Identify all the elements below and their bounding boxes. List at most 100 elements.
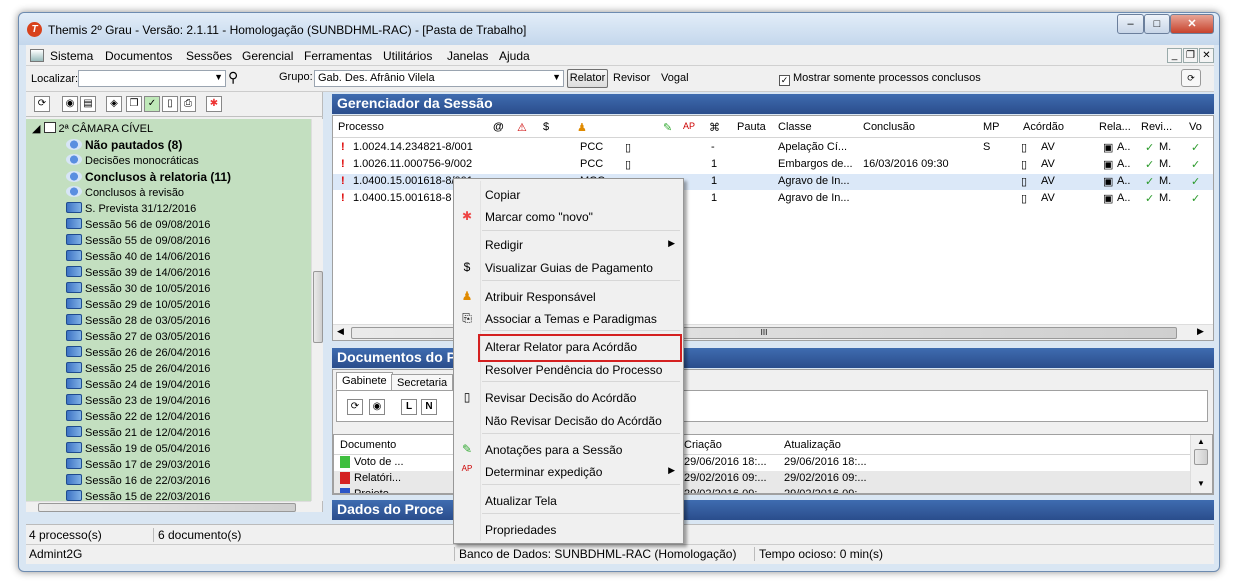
- reload-icon[interactable]: ⟳: [34, 96, 50, 112]
- mdi-close-button[interactable]: ✕: [1199, 48, 1214, 63]
- col-mp[interactable]: MP: [983, 121, 1000, 133]
- tree-tool-icon[interactable]: ⎙: [180, 96, 196, 112]
- mdi-minimize-button[interactable]: _: [1167, 48, 1182, 63]
- tree-item[interactable]: Sessão 16 de 22/03/2016: [66, 474, 210, 490]
- table-row[interactable]: ! 1.0024.14.234821-8/001 PCC - Apelação Cí..…: [333, 140, 1213, 156]
- context-menu-item[interactable]: $ Visualizar Guias de Pagamento: [454, 258, 683, 278]
- col-processo[interactable]: Processo: [338, 121, 384, 133]
- tree-item[interactable]: Conclusos à relatoria (11): [66, 170, 231, 186]
- letter-l-button[interactable]: L: [401, 399, 417, 415]
- scroll-right-icon[interactable]: ▶: [1197, 326, 1204, 337]
- scroll-up-icon[interactable]: ▲: [1197, 437, 1205, 446]
- col-classe[interactable]: Classe: [778, 121, 812, 133]
- context-menu-item[interactable]: ✱ Marcar como "novo": [454, 207, 683, 227]
- tree-item[interactable]: Decisões monocráticas: [66, 154, 199, 170]
- revisor-button[interactable]: Revisor: [613, 72, 650, 84]
- tree-hscroll-thumb[interactable]: [38, 503, 296, 512]
- tree-item[interactable]: Sessão 26 de 26/04/2016: [66, 346, 210, 362]
- table-row[interactable]: ! 1.0026.11.000756-9/002 PCC 1 Embargos de..…: [333, 157, 1213, 173]
- col-revi[interactable]: Revi...: [1141, 121, 1172, 133]
- tree-item[interactable]: Sessão 22 de 12/04/2016: [66, 410, 210, 426]
- col-pauta[interactable]: Pauta: [737, 121, 766, 133]
- context-menu-item[interactable]: Não Revisar Decisão do Acórdão: [454, 411, 683, 431]
- tree-item[interactable]: Sessão 28 de 03/05/2016: [66, 314, 210, 330]
- tree-item[interactable]: Não pautados (8): [66, 138, 182, 154]
- col-conclusao[interactable]: Conclusão: [863, 121, 915, 133]
- context-menu-item[interactable]: ♟ Atribuir Responsável: [454, 287, 683, 307]
- tree-tool-icon[interactable]: ❐: [126, 96, 142, 112]
- menu-sistema[interactable]: Sistema: [50, 49, 93, 63]
- vogal-button[interactable]: Vogal: [661, 72, 689, 84]
- context-menu-item[interactable]: Propriedades: [454, 520, 683, 540]
- tree-vscroll[interactable]: [311, 119, 323, 501]
- check-icon[interactable]: ✓: [144, 96, 160, 112]
- scroll-left-icon[interactable]: ◀: [337, 326, 344, 337]
- tree-item[interactable]: S. Prevista 31/12/2016: [66, 202, 196, 218]
- context-menu-item[interactable]: ⎘ Associar a Temas e Paradigmas: [454, 309, 683, 329]
- tree-tool-icon[interactable]: ◉: [62, 96, 78, 112]
- tree-root[interactable]: ◢ 2ª CÂMARA CÍVEL: [32, 122, 153, 138]
- tree-tool-icon[interactable]: ▤: [80, 96, 96, 112]
- localizar-combo[interactable]: ▼: [78, 70, 226, 87]
- tree-item[interactable]: Sessão 29 de 10/05/2016: [66, 298, 210, 314]
- context-menu-item[interactable]: AP Determinar expedição ▶: [454, 462, 683, 482]
- tree-item[interactable]: Sessão 39 de 14/06/2016: [66, 266, 210, 282]
- context-menu-item[interactable]: Redigir ▶: [454, 235, 683, 255]
- tree-item[interactable]: Sessão 17 de 29/03/2016: [66, 458, 210, 474]
- maximize-button[interactable]: □: [1144, 14, 1170, 34]
- tree-item[interactable]: Sessão 27 de 03/05/2016: [66, 330, 210, 346]
- tree-item[interactable]: Sessão 19 de 05/04/2016: [66, 442, 210, 458]
- menu-utilitarios[interactable]: Utilitários: [383, 49, 432, 63]
- col-vo[interactable]: Vo: [1189, 121, 1202, 133]
- col-acordao[interactable]: Acórdão: [1023, 121, 1064, 133]
- tree-item[interactable]: Sessão 40 de 14/06/2016: [66, 250, 210, 266]
- search-person-icon[interactable]: ⚲: [228, 69, 238, 86]
- menu-sessoes[interactable]: Sessões: [186, 49, 232, 63]
- refresh-icon[interactable]: ⟳: [1181, 69, 1201, 87]
- minimize-button[interactable]: –: [1117, 14, 1144, 34]
- tree-item-label: Sessão 29 de 10/05/2016: [85, 299, 211, 311]
- tree-item[interactable]: Sessão 15 de 22/03/2016: [66, 490, 210, 501]
- tree-item[interactable]: Conclusos à revisão: [66, 186, 184, 202]
- close-button[interactable]: ✕: [1170, 14, 1214, 34]
- app-menu-icon[interactable]: [30, 49, 44, 62]
- menu-gerencial[interactable]: Gerencial: [242, 49, 293, 63]
- doc-tool-icon[interactable]: ◉: [369, 399, 385, 415]
- tree-item[interactable]: Sessão 25 de 26/04/2016: [66, 362, 210, 378]
- scroll-down-icon[interactable]: ▼: [1197, 479, 1205, 488]
- menu-documentos[interactable]: Documentos: [105, 49, 172, 63]
- context-menu-item[interactable]: Copiar: [454, 185, 683, 205]
- col-documento[interactable]: Documento: [340, 439, 396, 451]
- session-icon: [66, 250, 82, 261]
- tree-tool-icon[interactable]: ◈: [106, 96, 122, 112]
- context-menu-item[interactable]: ✎ Anotações para a Sessão: [454, 440, 683, 460]
- tree-item[interactable]: Sessão 55 de 09/08/2016: [66, 234, 210, 250]
- tab-gabinete[interactable]: Gabinete: [336, 372, 393, 390]
- context-menu-item[interactable]: Atualizar Tela: [454, 491, 683, 511]
- context-menu-item[interactable]: ▯ Revisar Decisão do Acórdão: [454, 388, 683, 408]
- doc-vscroll-thumb[interactable]: [1194, 449, 1208, 465]
- tree-vscroll-thumb[interactable]: [313, 271, 323, 343]
- col-criacao[interactable]: Criação: [684, 439, 722, 451]
- tree-hscroll[interactable]: [26, 501, 311, 512]
- star-icon[interactable]: ✱: [206, 96, 222, 112]
- tree-item[interactable]: Sessão 23 de 19/04/2016: [66, 394, 210, 410]
- grupo-combo[interactable]: Gab. Des. Afrânio Vilela ▼: [314, 70, 564, 87]
- tree-item[interactable]: Sessão 30 de 10/05/2016: [66, 282, 210, 298]
- tree-item[interactable]: Sessão 24 de 19/04/2016: [66, 378, 210, 394]
- col-atualizacao[interactable]: Atualização: [784, 439, 841, 451]
- tree-tool-icon[interactable]: ▯: [162, 96, 178, 112]
- reload-icon[interactable]: ⟳: [347, 399, 363, 415]
- menu-ajuda[interactable]: Ajuda: [499, 49, 530, 63]
- relator-button[interactable]: Relator: [567, 69, 608, 88]
- mostrar-conclusos-checkbox[interactable]: ✓ Mostrar somente processos conclusos: [779, 72, 981, 86]
- doc-vscroll[interactable]: ▲ ▼: [1190, 435, 1212, 493]
- letter-n-button[interactable]: N: [421, 399, 437, 415]
- menu-ferramentas[interactable]: Ferramentas: [304, 49, 372, 63]
- tree-item[interactable]: Sessão 21 de 12/04/2016: [66, 426, 210, 442]
- context-menu-item[interactable]: Resolver Pendência do Processo: [454, 360, 683, 380]
- tree-item[interactable]: Sessão 56 de 09/08/2016: [66, 218, 210, 234]
- menu-janelas[interactable]: Janelas: [447, 49, 488, 63]
- mdi-restore-button[interactable]: ❐: [1183, 48, 1198, 63]
- col-rela[interactable]: Rela...: [1099, 121, 1131, 133]
